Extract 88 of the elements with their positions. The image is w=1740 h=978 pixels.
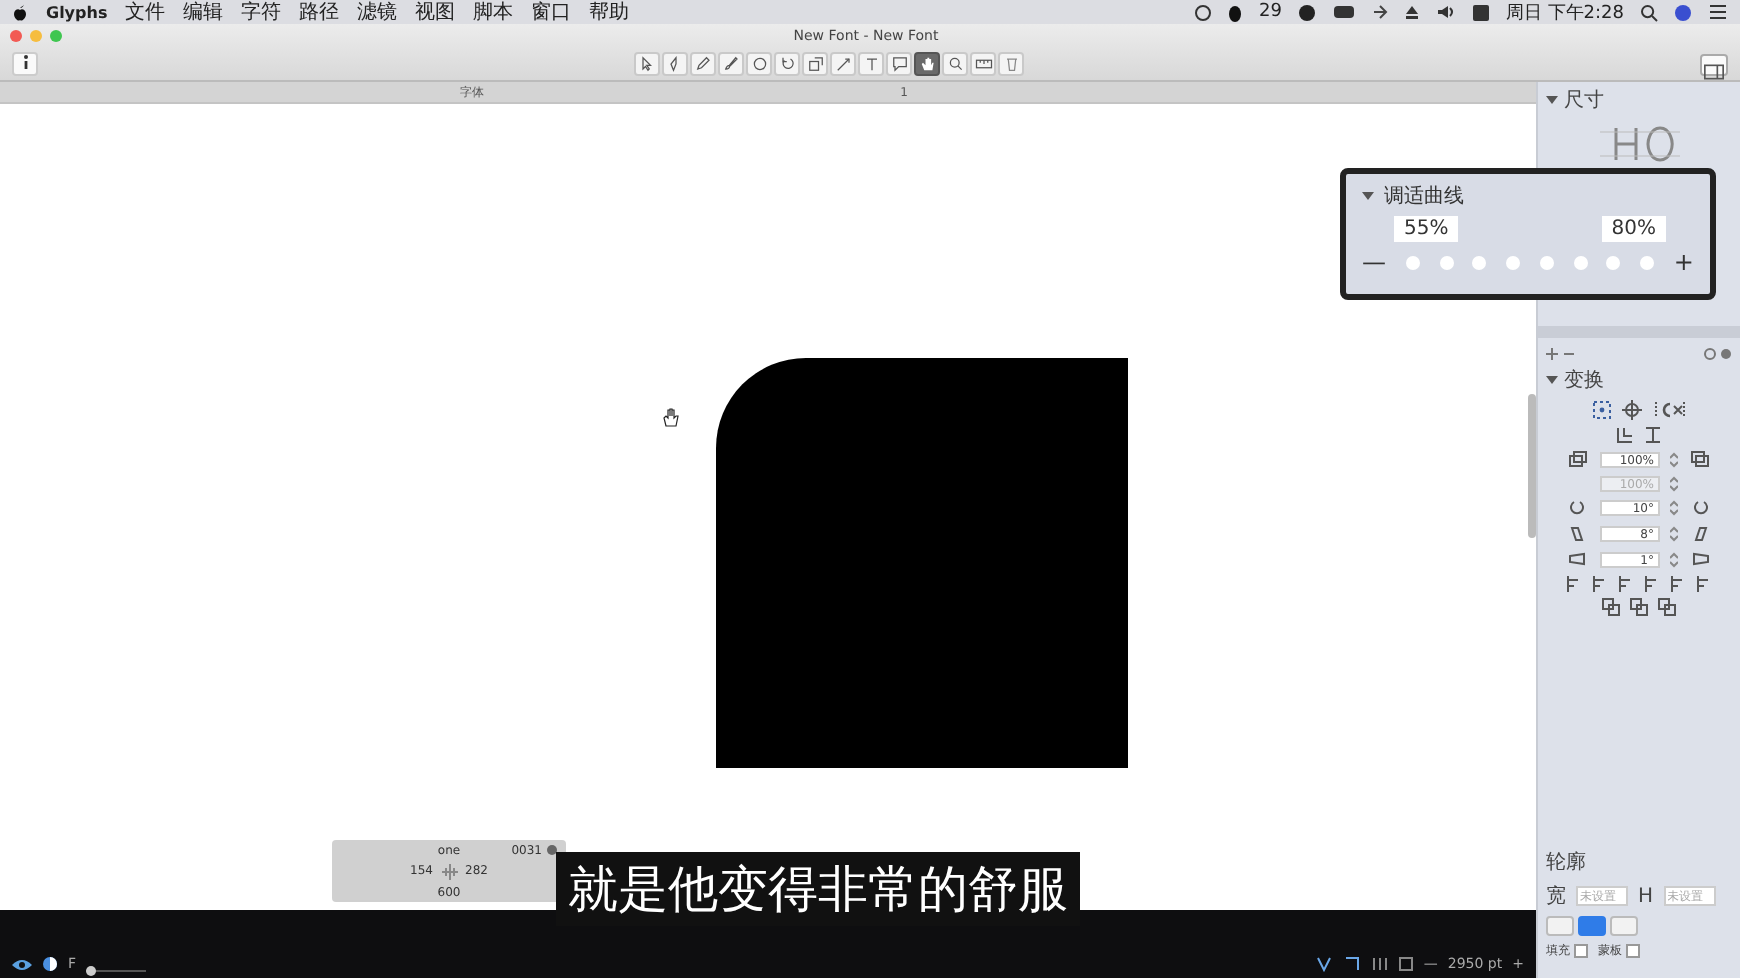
decrease-button[interactable]: — [1362,248,1386,276]
field-label: 宽 [1546,883,1566,910]
zoom-icon[interactable] [942,52,968,76]
step-dot[interactable] [1640,255,1655,269]
section-title: 轮廓 [1546,849,1588,876]
scale-icon[interactable] [1690,450,1710,470]
rotate-right-icon[interactable] [1690,498,1710,518]
search-icon[interactable] [1640,3,1658,21]
menu-clock[interactable]: 周日 下午2:28 [1505,0,1624,25]
add-remove-icon[interactable] [1546,348,1574,360]
sidebar-toggle-icon[interactable] [1700,53,1728,75]
select-tool-icon[interactable] [634,52,660,76]
align-icon[interactable] [1371,956,1388,972]
pen-tool-icon[interactable] [662,52,688,76]
disclosure-triangle-icon[interactable] [1362,190,1374,202]
text-tool-icon[interactable] [858,52,884,76]
origin-grid-icon[interactable] [1591,400,1611,420]
hand-tool-icon[interactable] [914,52,940,76]
rotate-tool-icon[interactable] [774,52,800,76]
section-title: 调适曲线 [1384,183,1464,210]
eject-icon[interactable] [1403,4,1420,20]
value-field[interactable]: 55% [1394,216,1459,242]
menu-item[interactable]: 脚本 [473,0,514,26]
field-label: H [1638,885,1654,907]
info-button[interactable] [12,52,38,76]
step-dot[interactable] [1606,255,1621,269]
menu-item[interactable]: 窗口 [531,0,572,26]
scale-icon[interactable] [1568,450,1588,470]
section-title: 尺寸 [1564,87,1604,114]
stepper-icon[interactable] [1670,526,1678,542]
brush-tool-icon[interactable] [718,52,744,76]
scrollbar[interactable] [1528,394,1536,538]
mirror-icon[interactable] [1651,400,1687,420]
knife-tool-icon[interactable] [830,52,856,76]
stepper-icon[interactable] [1670,552,1678,568]
union-icon[interactable] [1602,598,1620,616]
menu-item[interactable]: 路径 [299,0,340,26]
menu-item[interactable]: 字符 [241,0,282,26]
volume-icon[interactable] [1435,4,1456,20]
section-title: 变换 [1564,367,1604,394]
step-dot[interactable] [1472,255,1487,269]
pencil-tool-icon[interactable] [690,52,716,76]
rotate-left-icon[interactable] [1568,498,1588,518]
preview-eye-icon[interactable] [12,958,32,972]
speech-bubble-icon[interactable] [886,52,912,76]
checkbox[interactable] [1626,944,1640,958]
layout-icon[interactable] [1397,956,1414,972]
crosshair-icon[interactable] [1621,400,1641,420]
circle-tool-icon[interactable] [746,52,772,76]
menu-item[interactable]: Glyphs [46,3,108,21]
value-field[interactable]: 80% [1601,216,1666,242]
perspective-icon[interactable] [1690,550,1710,570]
metrics-icon [439,863,459,879]
menu-item[interactable]: 帮助 [589,0,630,26]
disclosure-triangle-icon[interactable] [1546,94,1558,106]
step-dot[interactable] [1573,255,1588,269]
trash-icon[interactable] [998,52,1024,76]
apple-logo-icon[interactable] [12,3,28,21]
stepper-icon[interactable] [1670,500,1678,516]
menu-item[interactable]: 文件 [125,0,166,26]
step-dot[interactable] [1439,255,1454,269]
notification-count: 29 [1258,2,1282,22]
perspective-icon[interactable] [1568,550,1588,570]
step-dot[interactable] [1506,255,1521,269]
contrast-icon[interactable] [42,956,58,972]
stepper-icon [1670,476,1678,492]
step-dot[interactable] [1539,255,1554,269]
increase-button[interactable]: + [1673,248,1694,276]
stepper-icon[interactable] [1670,452,1678,468]
preview-size-slider-thumb[interactable] [86,966,97,976]
step-dot[interactable] [1405,255,1420,269]
menu-item[interactable]: 编辑 [183,0,224,26]
slant-icon[interactable] [1568,524,1588,544]
align-left-icon[interactable] [1566,576,1582,592]
menu-icon[interactable] [1708,4,1728,20]
ruler-icon[interactable] [970,52,996,76]
status-icon[interactable] [1194,3,1213,21]
status-icon[interactable] [1297,3,1316,21]
scale-tool-icon[interactable] [802,52,828,76]
checkbox[interactable] [1574,944,1588,958]
menu-item[interactable]: 滤镜 [357,0,398,26]
subtitle: 就是他变得非常的舒服 [568,860,1068,918]
hand-cursor-icon [662,408,680,428]
info-icon[interactable] [19,54,31,70]
disclosure-triangle-icon[interactable] [1546,374,1558,386]
menu-item[interactable]: 视图 [415,0,456,26]
slant-icon[interactable] [1690,524,1710,544]
close-button[interactable] [10,30,22,42]
